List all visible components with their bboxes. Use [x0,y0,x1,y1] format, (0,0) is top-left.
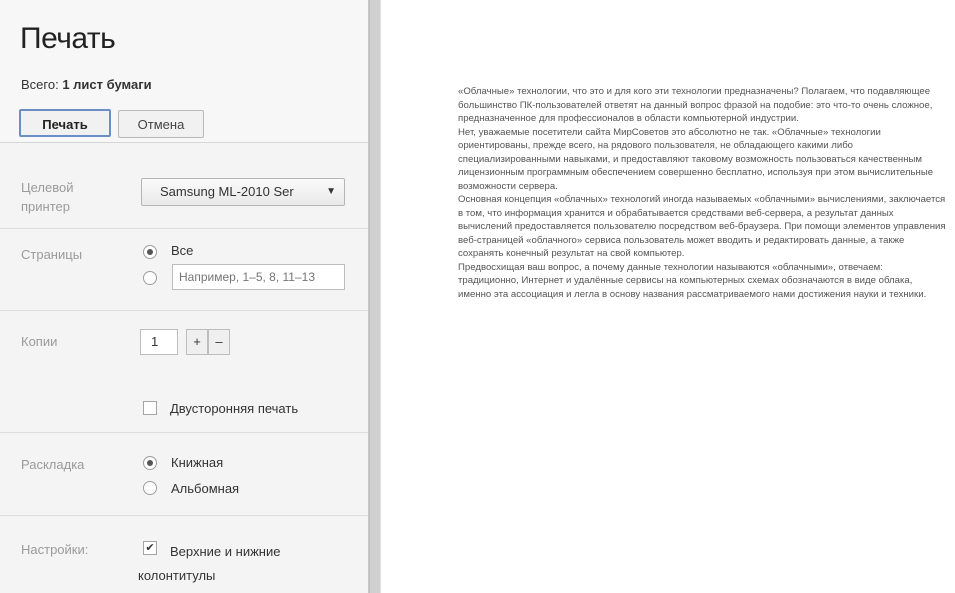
layout-landscape-label: Альбомная [171,481,240,496]
layout-portrait-radio[interactable] [143,456,157,470]
divider [0,515,368,516]
headers-footers-checkbox[interactable]: ✔ [143,541,157,555]
panel-header: Печать Всего: 1 лист бумаги Печать Отмен… [0,0,368,143]
copies-decrement-button[interactable]: – [208,329,230,355]
printer-label-line2: принтер [21,199,70,214]
duplex-checkbox[interactable] [143,401,157,415]
headers-footers-label-line2: колонтитулы [138,568,216,583]
printer-select[interactable]: Samsung ML-2010 Ser ▼ [141,178,345,206]
sheet-count-value: 1 лист бумаги [62,77,152,92]
copies-input[interactable]: 1 [140,329,178,355]
printer-label-line1: Целевой [21,180,74,195]
preview-page-text: «Облачные» технологии, что это и для ког… [458,85,946,301]
print-settings-panel: Печать Всего: 1 лист бумаги Печать Отмен… [0,0,369,593]
sheet-count: Всего: 1 лист бумаги [21,77,152,92]
preview-paragraph: Нет, уважаемые посетители сайта МирСовет… [458,126,934,192]
printer-select-value: Samsung ML-2010 Ser [160,184,294,199]
pages-range-input[interactable] [172,264,345,290]
divider [0,310,368,311]
headers-footers-label: Верхние и нижние колонтитулы [138,540,281,588]
dropdown-arrow-icon: ▼ [326,186,336,197]
sheet-count-label: Всего: [21,77,59,92]
layout-portrait-label: Книжная [171,455,224,470]
copies-increment-button[interactable]: + [186,329,208,355]
print-button[interactable]: Печать [19,109,111,137]
duplex-label: Двусторонняя печать [170,401,299,416]
headers-footers-label-line1: Верхние и нижние [170,544,281,559]
print-preview: «Облачные» технологии, что это и для ког… [382,0,955,593]
cancel-button[interactable]: Отмена [118,110,204,138]
preview-paragraph: Предвосхищая ваш вопрос, а почему данные… [458,261,927,300]
pages-label: Страницы [21,247,83,262]
printer-label: Целевой принтер [21,178,73,216]
divider [0,228,368,229]
layout-landscape-radio[interactable] [143,481,157,495]
preview-paragraph: Основная концепция «облачных» технологий… [458,194,946,259]
options-label: Настройки: [21,542,89,557]
layout-label: Раскладка [21,457,85,472]
copies-label: Копии [21,334,58,349]
pages-all-radio[interactable] [143,245,157,259]
pages-range-radio[interactable] [143,271,157,285]
page-title: Печать [20,22,116,55]
divider [0,432,368,433]
panel-splitter[interactable] [369,0,381,593]
pages-all-label: Все [171,243,194,258]
checkmark-icon: ✔ [145,542,155,554]
preview-paragraph: «Облачные» технологии, что это и для ког… [458,86,933,124]
